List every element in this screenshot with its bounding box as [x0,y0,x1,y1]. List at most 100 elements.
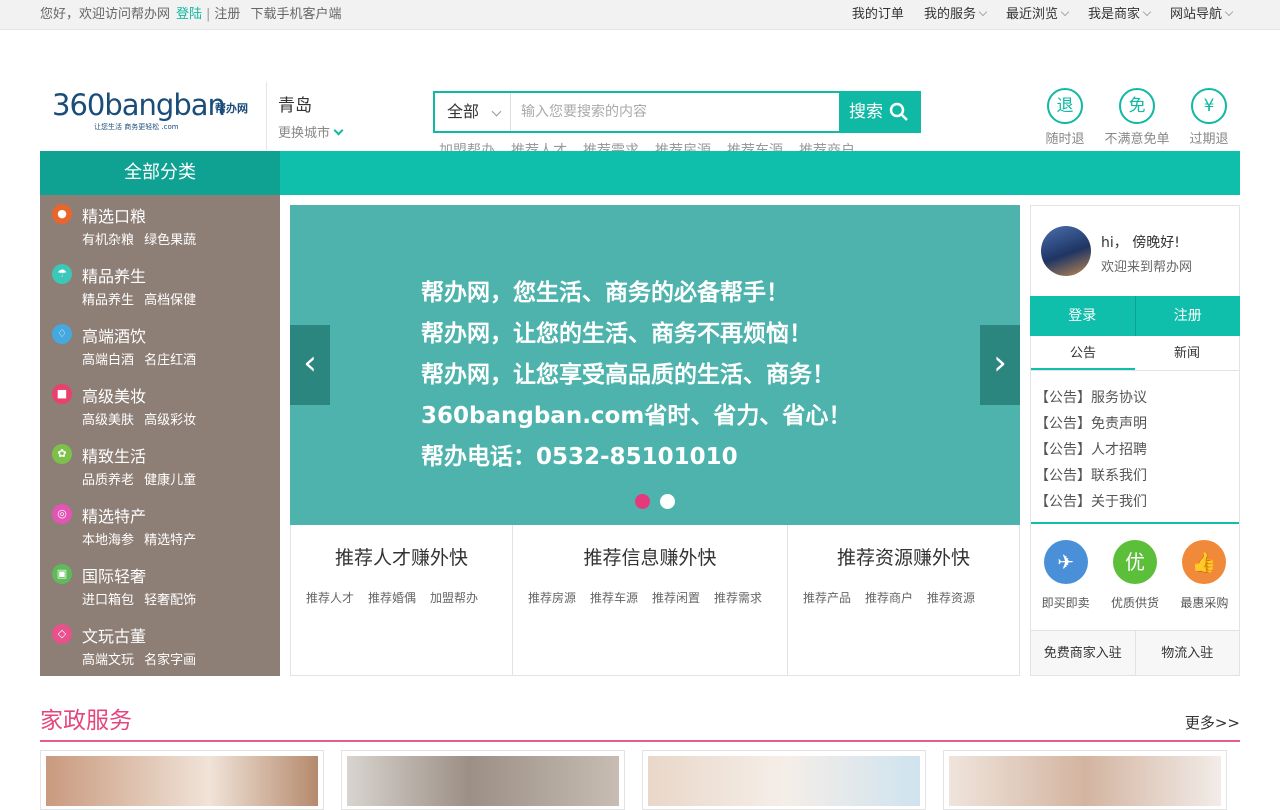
bag-icon: ▣ [52,564,72,584]
promise-refund-anytime[interactable]: 退 随时退 [1036,88,1094,147]
login-link[interactable]: 登陆 [176,7,202,22]
recommend-link[interactable]: 推荐资源 [927,589,975,606]
lock-icon: ■ [52,384,72,404]
banner-line: 360bangban.com省时、省力、省心！ [421,403,852,429]
merchant-join-button[interactable]: 免费商家入驻 [1031,631,1136,675]
category-subs[interactable]: 进口箱包 轻奢配饰 [82,589,196,608]
category-item[interactable]: ◇ 文玩古董高端文玩 名家字画 [40,615,280,675]
category-item[interactable]: ♢ 高端酒饮高端白酒 名庄红酒 [40,315,280,375]
category-subs[interactable]: 品质养老 健康儿童 [82,469,196,488]
banner-prev-button[interactable]: ‹ [290,325,330,405]
merchant-link[interactable]: 我是商家 [1088,0,1150,30]
category-title[interactable]: 精选口粮 [82,203,146,227]
category-item[interactable]: ◎ 精选特产本地海参 精选特产 [40,495,280,555]
recommend-link[interactable]: 推荐人才 [306,589,354,606]
top-bar: 您好，欢迎访问帮办网 登陆 | 注册 下载手机客户端 我的订单 我的服务 最近浏览 我是… [0,0,1280,30]
top-bar-left: 您好，欢迎访问帮办网 登陆 | 注册 下载手机客户端 [40,0,341,30]
my-services-link[interactable]: 我的服务 [924,0,986,30]
my-orders-link[interactable]: 我的订单 [852,0,904,30]
category-subs[interactable]: 高端文玩 名家字画 [82,649,196,668]
banner-dot-active[interactable] [635,494,650,509]
service-quality-supply[interactable]: 优 优质供货 [1100,524,1169,630]
tab-notice[interactable]: 公告 [1031,336,1135,370]
avatar [1041,226,1091,276]
category-title[interactable]: 文玩古董 [82,623,146,647]
app-download-link[interactable]: 下载手机客户端 [250,7,341,22]
service-thumbnail[interactable] [40,750,324,810]
recommend-link[interactable]: 推荐车源 [590,589,638,606]
category-subs[interactable]: 高级美肤 高级彩妆 [82,409,196,428]
banner-next-button[interactable]: › [980,325,1020,405]
promise-label: 不满意免单 [1104,132,1170,147]
recent-views-link[interactable]: 最近浏览 [1006,0,1068,30]
category-subs[interactable]: 精品养生 高档保健 [82,289,196,308]
recommend-link[interactable]: 推荐婚偶 [368,589,416,606]
category-title[interactable]: 高端酒饮 [82,323,146,347]
tab-news[interactable]: 新闻 [1135,336,1239,370]
promise-expired-refund[interactable]: ¥ 过期退 [1180,88,1238,147]
recommend-link[interactable]: 加盟帮办 [430,589,478,606]
housekeeping-section-header: 家政服务 更多>> [40,700,1240,742]
search-button[interactable]: 搜索 [839,93,919,131]
search-input[interactable] [511,93,839,131]
notice-item[interactable]: 【公告】免责声明 [1035,411,1147,437]
category-item[interactable]: ✿ 精致生活 品质养老 健康儿童 [40,435,280,495]
recommend-link[interactable]: 推荐闲置 [652,589,700,606]
shell-icon: ◎ [52,504,72,524]
promise-free-if-unsatisfied[interactable]: 免 不满意免单 [1104,88,1170,147]
more-link[interactable]: 更多>> [1185,712,1240,733]
service-best-purchase[interactable]: 👍 最惠采购 [1170,524,1239,630]
search-category-select[interactable]: 全部 [435,93,511,131]
recommend-link[interactable]: 推荐房源 [528,589,576,606]
free-icon: 免 [1119,88,1155,124]
notice-item[interactable]: 【公告】联系我们 [1035,463,1147,489]
category-title[interactable]: 高级美妆 [82,383,146,407]
service-thumbnail[interactable] [642,750,926,810]
all-categories-button[interactable]: 全部分类 [40,151,280,195]
notice-item[interactable]: 【公告】人才招聘 [1035,437,1147,463]
category-item[interactable]: ■ 高级美妆高级美肤 高级彩妆 [40,375,280,435]
category-title[interactable]: 精品养生 [82,263,146,287]
hero-banner[interactable]: 帮办网，您生活、商务的必备帮手！ 帮办网，让您的生活、商务不再烦恼！ 帮办网，让… [290,205,1020,525]
greeting-text: 您好，欢迎访问帮办网 [40,7,171,22]
recommend-title[interactable]: 推荐人才赚外快 [291,543,512,570]
register-button[interactable]: 注册 [1136,296,1241,336]
recommend-link[interactable]: 推荐需求 [714,589,762,606]
category-item[interactable]: ☂ 精品养生精品养生 高档保健 [40,255,280,315]
category-subs[interactable]: 本地海参 精选特产 [82,529,196,548]
umbrella-icon: ☂ [52,264,72,284]
site-nav-link[interactable]: 网站导航 [1170,0,1232,30]
service-shortcuts: ✈ 即买即卖 优 优质供货 👍 最惠采购 [1031,522,1239,630]
banner-dot[interactable] [660,494,675,509]
recommend-link[interactable]: 推荐商户 [865,589,913,606]
recommend-links: 推荐房源 推荐车源 推荐闲置 推荐需求 [513,589,787,606]
category-title[interactable]: 国际轻奢 [82,563,146,587]
service-thumbnail[interactable] [341,750,625,810]
notice-item[interactable]: 【公告】服务协议 [1035,385,1147,411]
auth-buttons: 登录 注册 [1030,296,1240,336]
login-button[interactable]: 登录 [1030,296,1136,336]
recommend-info: 推荐信息赚外快 推荐房源 推荐车源 推荐闲置 推荐需求 [513,525,788,675]
service-instant-trade[interactable]: ✈ 即买即卖 [1031,524,1100,630]
thumbs-up-icon: 👍 [1182,540,1227,584]
top-bar-right: 我的订单 我的服务 最近浏览 我是商家 网站导航 [832,0,1232,30]
category-title[interactable]: 精选特产 [82,503,146,527]
category-subs[interactable]: 有机杂粮 绿色果蔬 [82,229,196,248]
recommend-title[interactable]: 推荐信息赚外快 [513,543,787,570]
recommend-link[interactable]: 推荐产品 [803,589,851,606]
category-item[interactable]: ▣ 国际轻奢进口箱包 轻奢配饰 [40,555,280,615]
search-bar: 全部 搜索 [433,91,921,133]
recommend-title[interactable]: 推荐资源赚外快 [788,543,1019,570]
register-link[interactable]: 注册 [214,7,240,22]
service-thumbnail[interactable] [943,750,1227,810]
site-logo[interactable]: 360bangban 帮办网 让您生活 商务更轻松 .com [52,90,252,140]
ring-icon: ◇ [52,624,72,644]
category-subs[interactable]: 高端白酒 名庄红酒 [82,349,196,368]
change-city[interactable]: 更换城市 [278,122,344,141]
notice-item[interactable]: 【公告】关于我们 [1035,489,1147,515]
category-title[interactable]: 精致生活 [82,443,146,467]
logistics-join-button[interactable]: 物流入驻 [1136,631,1240,675]
category-item[interactable]: ● 精选口粮 有机杂粮 绿色果蔬 [40,195,280,255]
wine-icon: ♢ [52,324,72,344]
city-selector[interactable]: 青岛 更换城市 [266,82,344,150]
